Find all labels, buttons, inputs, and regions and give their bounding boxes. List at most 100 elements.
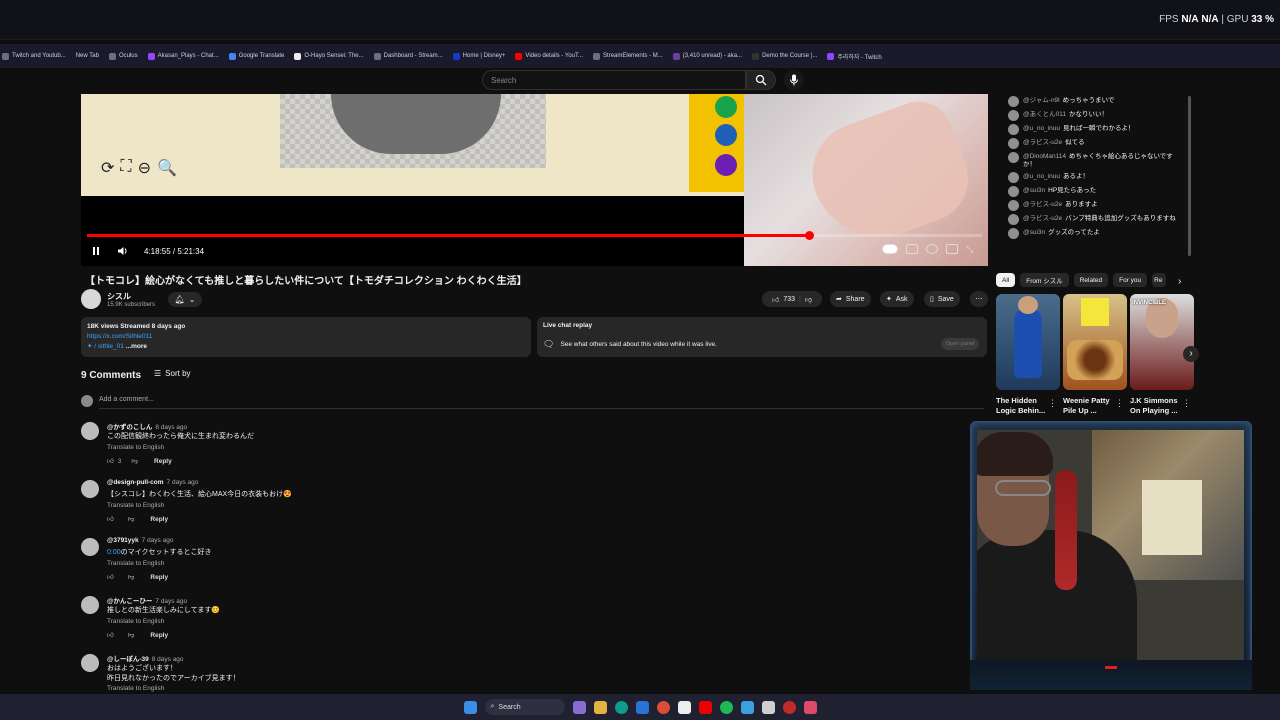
comment-avatar[interactable]: [81, 654, 99, 672]
translate-link[interactable]: Translate to English: [107, 444, 164, 451]
more-actions-button[interactable]: ⋯: [970, 291, 988, 307]
like-icon[interactable]: 👍︎: [107, 457, 114, 465]
autoplay-toggle[interactable]: [882, 244, 898, 254]
bookmark[interactable]: Twitch and Youtub...: [2, 52, 66, 60]
comment-avatar[interactable]: [81, 480, 99, 498]
related-title[interactable]: Weenie Patty Pile Up ...: [1063, 396, 1121, 416]
description-box[interactable]: 18K views Streamed 8 days ago https://x.…: [81, 317, 531, 357]
description-link[interactable]: https://x.com/Sithle011: [87, 333, 152, 340]
search-button[interactable]: [746, 70, 776, 90]
comment-author[interactable]: @3791yyk 7 days ago: [107, 537, 173, 544]
carousel-next-button[interactable]: ›: [1183, 346, 1199, 362]
chip-for-you[interactable]: For you: [1113, 273, 1148, 287]
chat-author[interactable]: @ジャム-n9l: [1023, 97, 1060, 104]
spotify-icon[interactable]: [719, 700, 733, 714]
translate-link[interactable]: Translate to English: [107, 502, 164, 509]
translate-link[interactable]: Translate to English: [107, 560, 164, 567]
app-icon[interactable]: [740, 700, 754, 714]
related-thumbnail[interactable]: [996, 294, 1060, 390]
chip-recent[interactable]: Re: [1152, 273, 1167, 287]
share-button[interactable]: ➦ Share: [830, 291, 871, 307]
chat-author[interactable]: @sui3n: [1023, 187, 1045, 194]
add-comment-input[interactable]: Add a comment...: [99, 396, 154, 403]
sort-button[interactable]: ☰ Sort by: [154, 369, 191, 378]
bookmark[interactable]: Home | Disney+: [452, 52, 505, 60]
mail-icon[interactable]: [635, 700, 649, 714]
comment-author[interactable]: @かずのこしん 8 days ago: [107, 421, 187, 431]
progress-bar[interactable]: [87, 231, 982, 240]
chat-author[interactable]: @ラビス-u2e: [1023, 139, 1062, 146]
open-panel-button[interactable]: Open panel: [941, 338, 979, 350]
comment-avatar[interactable]: [81, 596, 99, 614]
comment-author[interactable]: @しーぽん-39 8 days ago: [107, 653, 184, 663]
chat-author[interactable]: @u_no_inuu: [1023, 125, 1060, 132]
fullscreen-icon[interactable]: ⤡: [966, 244, 978, 254]
pause-button[interactable]: [91, 244, 101, 258]
translate-link[interactable]: Translate to English: [107, 618, 164, 625]
chat-scrollbar[interactable]: [1188, 96, 1191, 256]
settings-icon[interactable]: [926, 244, 938, 254]
timestamp-link[interactable]: 0:00: [107, 549, 121, 556]
bookmark[interactable]: Google Translate: [228, 52, 284, 60]
chip-all[interactable]: All: [996, 273, 1016, 287]
dislike-icon[interactable]: 👎︎: [131, 457, 138, 465]
bookmark[interactable]: Dashboard - Stream...: [373, 52, 443, 60]
chat-author[interactable]: @sui3n: [1023, 229, 1045, 236]
windows-start-icon[interactable]: [463, 700, 477, 714]
channel-name[interactable]: シスル: [107, 291, 131, 302]
search-input[interactable]: Search: [482, 70, 746, 90]
more-icon[interactable]: ⋮: [1115, 398, 1124, 409]
chat-author[interactable]: @DinoMan114: [1023, 153, 1066, 160]
volume-button[interactable]: [117, 244, 129, 258]
comment-author[interactable]: @かんこーひー 7 days ago: [107, 595, 187, 605]
bookmark[interactable]: O-Hayo Sensei: The...: [294, 52, 364, 60]
reply-button[interactable]: Reply: [150, 574, 168, 581]
related-thumbnail[interactable]: [1063, 294, 1127, 390]
app-icon[interactable]: [803, 700, 817, 714]
captions-icon[interactable]: [906, 244, 918, 254]
bookmark[interactable]: Oculus: [108, 52, 138, 60]
dislike-icon[interactable]: 👎︎: [805, 295, 812, 304]
chat-author[interactable]: @ラビス-u2e: [1023, 201, 1062, 208]
show-more-link[interactable]: ...more: [126, 343, 147, 350]
channel-avatar[interactable]: [81, 289, 101, 309]
bookmark[interactable]: Demo the Course |...: [752, 52, 817, 60]
like-icon[interactable]: 👍︎: [772, 295, 779, 304]
more-icon[interactable]: ⋮: [1048, 398, 1057, 409]
chat-author[interactable]: @あくとん011: [1023, 111, 1066, 118]
related-title[interactable]: J.K Simmons On Playing ...: [1130, 396, 1188, 416]
taskbar-search[interactable]: ⌕ Search: [484, 699, 565, 715]
bookmark[interactable]: Akasan_Plays - Chat...: [147, 52, 219, 60]
reply-button[interactable]: Reply: [154, 458, 172, 465]
comment-author[interactable]: @design-pull-com 7 days ago: [107, 479, 198, 486]
dislike-icon[interactable]: 👎︎: [128, 515, 135, 523]
chip-from-channel[interactable]: From シスル: [1020, 273, 1069, 287]
edge-icon[interactable]: [614, 700, 628, 714]
like-icon[interactable]: 👍︎: [107, 515, 114, 523]
chat-author[interactable]: @u_no_inuu: [1023, 173, 1060, 180]
theater-icon[interactable]: [946, 244, 958, 254]
description-tag[interactable]: ✦ / sithle_01: [87, 343, 124, 350]
app-icon[interactable]: [572, 700, 586, 714]
ask-button[interactable]: ✦ Ask: [880, 291, 914, 307]
bookmark[interactable]: StreamElements - M...: [593, 52, 663, 60]
store-icon[interactable]: [677, 700, 691, 714]
like-icon[interactable]: 👍︎: [107, 573, 114, 581]
related-title[interactable]: The Hidden Logic Behin...: [996, 396, 1054, 416]
comment-avatar[interactable]: [81, 422, 99, 440]
app-icon[interactable]: [782, 700, 796, 714]
voice-search-button[interactable]: [784, 70, 804, 90]
more-icon[interactable]: ⋮: [1182, 398, 1191, 409]
dislike-icon[interactable]: 👎︎: [128, 573, 135, 581]
comment-avatar[interactable]: [81, 538, 99, 556]
bookmark[interactable]: (3,410 unread) - aka...: [672, 52, 742, 60]
chip-related[interactable]: Related: [1073, 273, 1109, 287]
bookmark[interactable]: New Tab: [76, 53, 99, 59]
youtube-icon[interactable]: [698, 700, 712, 714]
like-icon[interactable]: 👍︎: [107, 631, 114, 639]
chevron-right-icon[interactable]: ›: [1178, 276, 1181, 287]
file-explorer-icon[interactable]: [593, 700, 607, 714]
chat-author[interactable]: @ラビス-u2e: [1023, 215, 1062, 222]
dislike-icon[interactable]: 👎︎: [128, 631, 135, 639]
chrome-icon[interactable]: [656, 700, 670, 714]
